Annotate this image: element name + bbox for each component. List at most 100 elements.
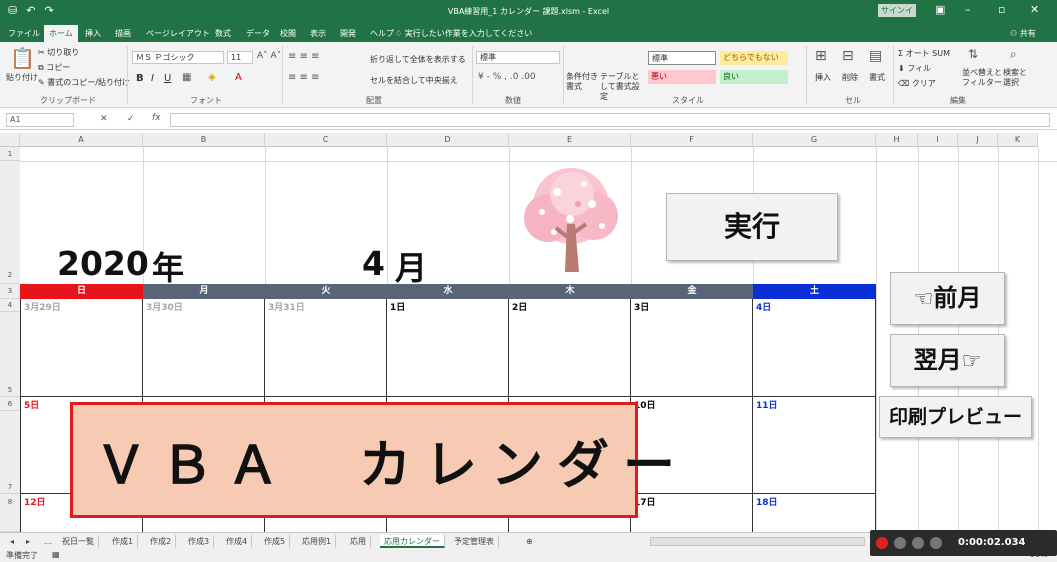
minimize-icon[interactable]: – [965,3,971,16]
sheet-tab[interactable]: 作成2 [146,535,177,548]
cut-button[interactable]: ✂ 切り取り [38,47,79,58]
calendar-day-cell[interactable]: 3月29日 [20,299,143,397]
calendar-day-cell[interactable]: 11日 [753,397,876,494]
underline-button[interactable]: U [164,73,171,84]
tab-home[interactable]: ホーム [44,25,78,42]
row-header[interactable]: 4 [0,299,20,312]
align-left-icon[interactable]: ≡ ≡ ≡ [288,72,320,83]
column-header[interactable]: J [958,133,998,147]
style-good[interactable]: 良い [720,70,788,84]
pause-icon[interactable] [894,537,906,549]
clear-button[interactable]: ⌫ クリア [898,78,936,89]
row-header[interactable]: 3 [0,284,20,299]
ribbon-display-icon[interactable]: ▣ [935,3,945,16]
print-preview-button[interactable]: 印刷プレビュー [879,396,1032,438]
signin-button[interactable]: サインイン [878,4,916,28]
autosum-button[interactable]: Σ オート SUM [898,48,950,59]
sheet-tab[interactable]: 作成1 [108,535,139,548]
row-header[interactable]: 5 [0,312,20,397]
style-bad[interactable]: 悪い [648,70,716,84]
tell-me-search[interactable]: ♢ 実行したい作業を入力してください [395,28,532,39]
formula-input[interactable] [170,113,1050,127]
tab-formulas[interactable]: 数式 [215,28,231,39]
paste-button[interactable]: 貼り付け [6,72,38,83]
delete-button[interactable]: 削除 [842,72,858,83]
format-button[interactable]: 書式 [869,72,885,83]
font-grow-icon[interactable]: A˄ A˅ [257,51,281,61]
enter-icon[interactable]: ✓ [127,114,135,124]
tab-insert[interactable]: 挿入 [85,28,101,39]
row-header[interactable]: 2 [0,161,20,284]
align-top-icon[interactable]: ≡ ≡ ≡ [288,51,320,62]
conditional-format-button[interactable]: 条件付き書式 [566,72,600,92]
sheet-tab[interactable]: 応用 [346,535,371,548]
row-header[interactable]: 1 [0,147,20,161]
border-icon[interactable]: ▦ [182,72,191,83]
font-name-select[interactable]: ＭＳ Ｐゴシック [132,51,224,64]
maximize-icon[interactable]: ▫ [998,3,1005,16]
delete-cells-icon[interactable]: ⊟ [842,48,854,64]
tab-developer[interactable]: 開発 [340,28,356,39]
table-format-button[interactable]: テーブルとして書式設定 [600,72,644,102]
cancel-icon[interactable]: ✕ [100,114,108,124]
calendar-day-cell[interactable]: 17日 [631,494,753,532]
search-icon[interactable]: ⌕ [1010,47,1017,62]
column-header[interactable]: H [876,133,918,147]
next-month-button[interactable]: 翌月☞ [890,334,1005,387]
tab-view[interactable]: 表示 [310,28,326,39]
currency-icon[interactable]: ¥ - % , .0 .00 [478,72,536,82]
insert-cells-icon[interactable]: ⊞ [815,48,827,64]
prev-month-button[interactable]: ☜前月 [890,272,1005,325]
copy-button[interactable]: ⧉ コピー [38,62,70,73]
stop-icon[interactable] [912,537,924,549]
format-cells-icon[interactable]: ▤ [869,48,882,64]
column-header[interactable]: C [265,133,387,147]
calendar-day-cell[interactable]: 2日 [509,299,631,397]
tab-overflow-icon[interactable]: … [40,535,56,548]
select-all-corner[interactable] [0,133,20,147]
run-button[interactable]: 実行 [666,193,838,261]
record-icon[interactable] [876,537,888,549]
column-header[interactable]: D [387,133,509,147]
row-header[interactable]: 7 [0,411,20,494]
scroll-tabs-left-icon[interactable]: ◂ [6,535,18,548]
sheet-tab-active[interactable]: 応用カレンダー [380,535,445,548]
add-sheet-icon[interactable]: ⊕ [522,535,537,548]
sheet-tab[interactable]: 予定管理表 [450,535,499,548]
name-box[interactable]: A1 [6,113,74,127]
horizontal-scrollbar[interactable] [650,537,865,546]
wrap-text-button[interactable]: 折り返して全体を表示する [370,54,466,65]
sort-icon[interactable]: ⇅ [968,47,978,61]
tab-help[interactable]: ヘルプ [370,28,394,39]
insert-button[interactable]: 挿入 [815,72,831,83]
fill-color-icon[interactable]: ◈ [208,72,216,83]
format-painter-button[interactable]: ✎ 書式のコピー/貼り付け [38,77,130,88]
macro-record-icon[interactable]: ▦ [52,550,60,559]
tab-data[interactable]: データ [246,28,270,39]
sort-filter-button[interactable]: 並べ替えとフィルター [962,68,1002,88]
close-icon[interactable]: ✕ [1030,3,1039,16]
tab-page-layout[interactable]: ページレイアウト [146,28,210,39]
style-neutral[interactable]: どちらでもない [720,51,788,65]
tab-file[interactable]: ファイル [8,28,40,39]
row-header[interactable]: 6 [0,397,20,411]
sheet-tab[interactable]: 作成3 [184,535,215,548]
style-normal[interactable]: 標準 [648,51,716,65]
calendar-day-cell[interactable]: 4日 [753,299,876,397]
settings-icon[interactable] [930,537,942,549]
tab-draw[interactable]: 描画 [115,28,131,39]
sheet-tab[interactable]: 作成5 [260,535,291,548]
column-header[interactable]: G [753,133,876,147]
calendar-day-cell[interactable]: 3日 [631,299,753,397]
calendar-day-cell[interactable]: 3月30日 [143,299,265,397]
tab-review[interactable]: 校閲 [280,28,296,39]
paste-icon[interactable]: 📋 [10,46,35,70]
sheet-tab[interactable]: 応用例1 [298,535,337,548]
insert-function-button[interactable]: fx [152,113,161,123]
merge-center-button[interactable]: セルを結合して中央揃え [370,75,458,86]
share-button[interactable]: ⚇ 共有 [1010,28,1036,39]
column-header[interactable]: E [509,133,631,147]
column-header[interactable]: I [918,133,958,147]
calendar-day-cell[interactable]: 3月31日 [265,299,387,397]
sheet-tab[interactable]: 祝日一覧 [58,535,99,548]
